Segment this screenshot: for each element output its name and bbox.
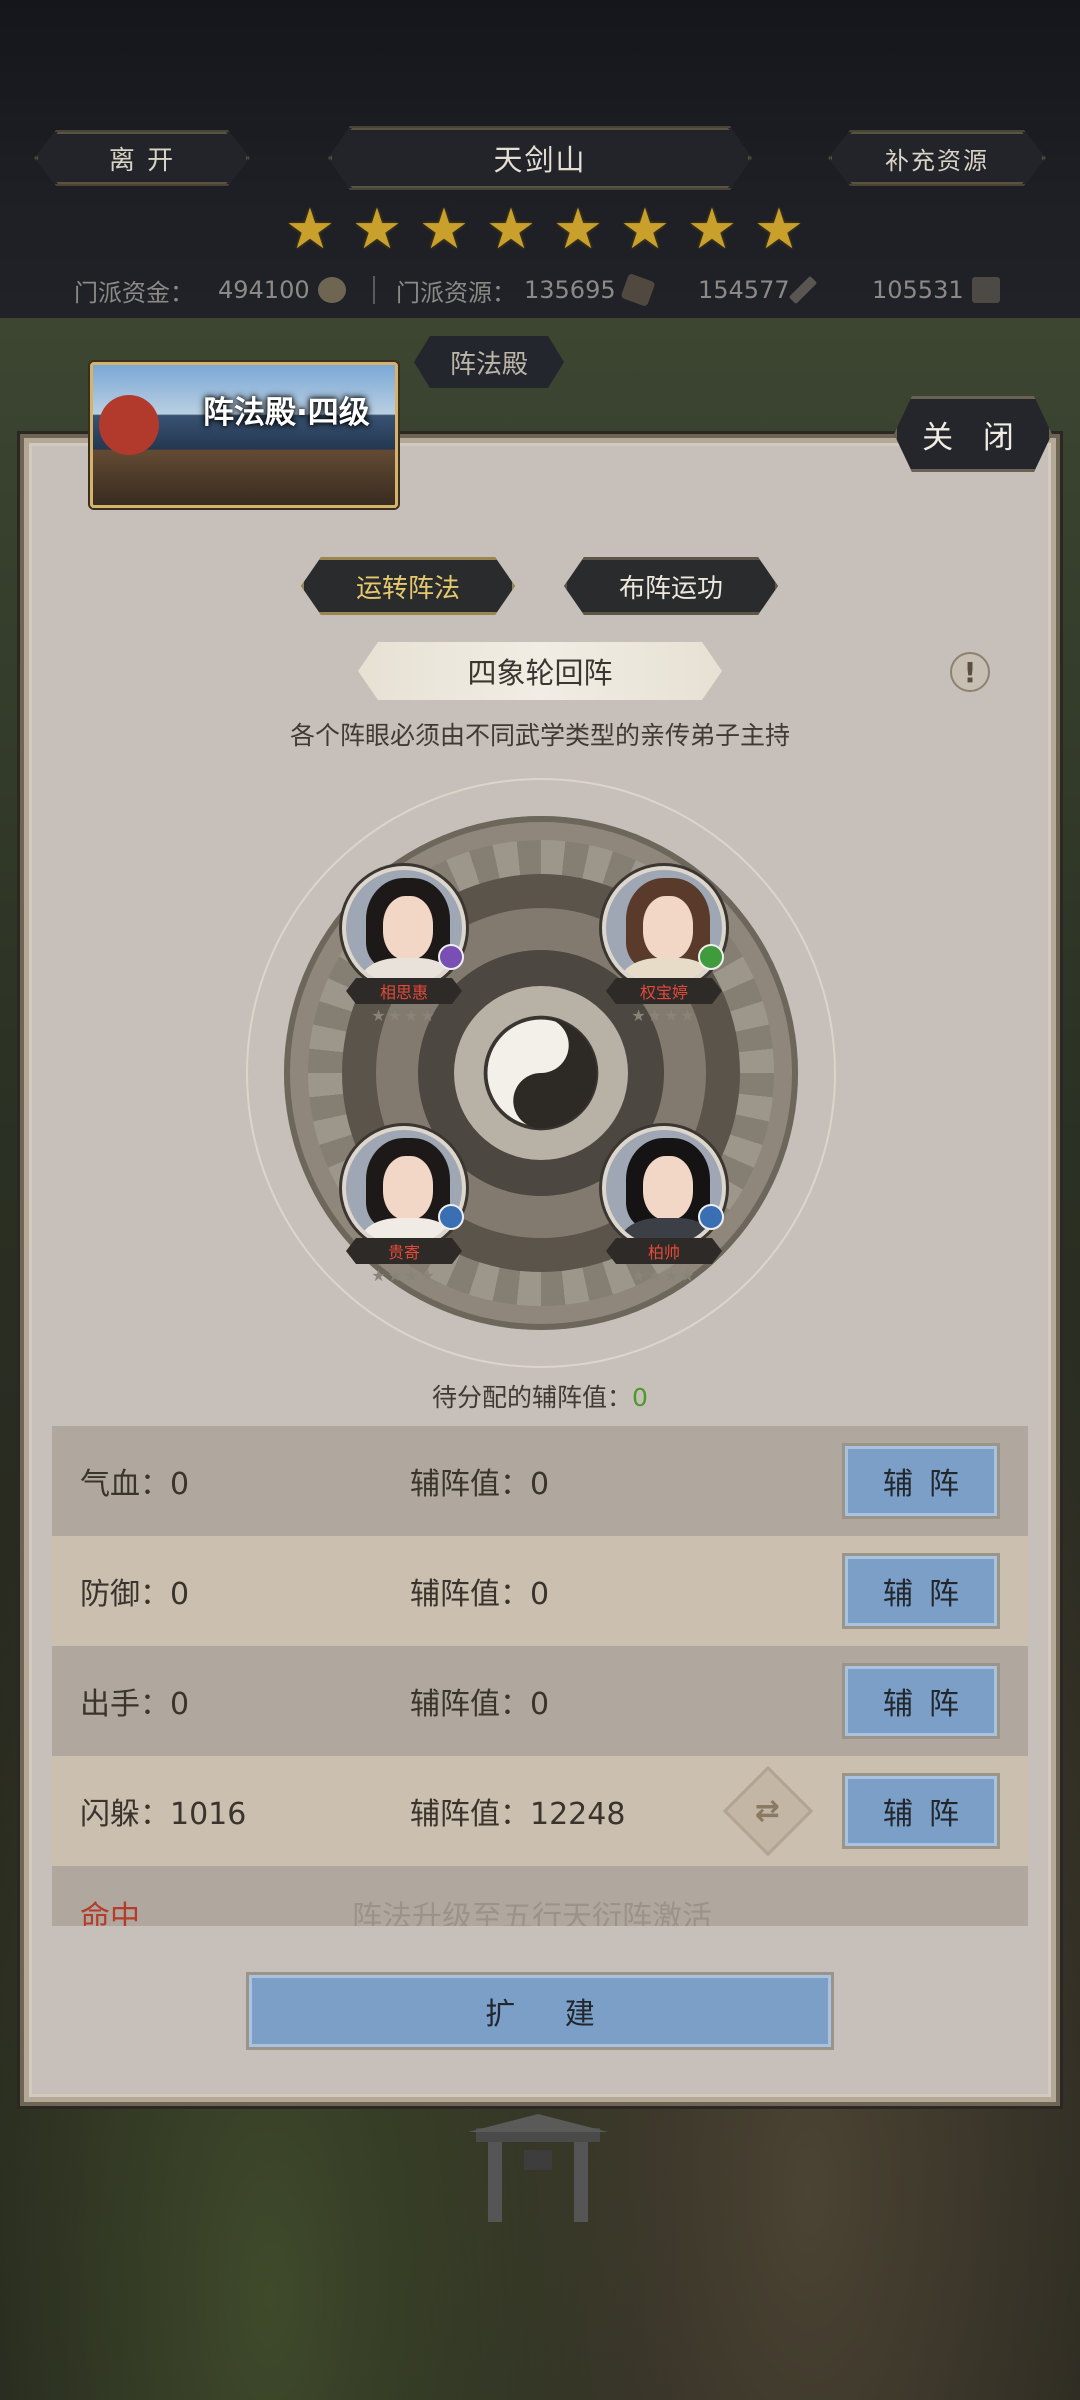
disciple-name: 柏帅 (606, 1238, 722, 1264)
tab-run-formation[interactable]: 运转阵法 (301, 557, 515, 615)
stat-label: 闪躲：1016 (80, 1797, 247, 1832)
stat-row-speed: 出手：0 辅阵值：0 辅阵 (52, 1646, 1028, 1756)
materials-value: 135695 (524, 276, 616, 304)
formation-seat[interactable]: 贵寄 ★★★★ (334, 1126, 470, 1286)
resource-3-value: 105531 (872, 276, 964, 304)
replenish-button[interactable]: 补充资源 (828, 130, 1046, 186)
star-icon: ★ (619, 197, 671, 262)
sect-funds: 门派资金： 494100 (74, 273, 346, 308)
hall-title-card: 阵法殿·四级 (90, 362, 398, 508)
info-icon[interactable]: ! (950, 652, 990, 692)
martial-type-icon (698, 944, 724, 970)
assist-button[interactable]: 辅阵 (842, 1663, 1000, 1739)
formation-seat[interactable]: 权宝婷 ★★★★ (594, 866, 730, 1026)
expand-button[interactable]: 扩 建 (246, 1972, 834, 2050)
stat-list[interactable]: 气血：0 辅阵值：0 辅阵 防御：0 辅阵值：0 辅阵 出手：0 辅阵值：0 辅… (52, 1426, 1028, 1926)
yin-yang-icon (483, 1015, 599, 1131)
coin-icon (317, 277, 346, 303)
formation-name-text: 四象轮回阵 (467, 656, 613, 690)
star-icon: ★ (485, 197, 537, 262)
hall-tab: 阵法殿 (414, 336, 564, 388)
formation-seat[interactable]: 柏帅 ★★★★ (594, 1126, 730, 1286)
star-icon: ★ (552, 197, 604, 262)
martial-type-icon (438, 944, 464, 970)
stat-label: 出手：0 (80, 1687, 190, 1722)
gate-icon (468, 2114, 608, 2222)
hall-tab-label: 阵法殿 (449, 349, 528, 380)
funds-value: 494100 (218, 276, 310, 304)
swap-icon[interactable]: ⇄ (722, 1765, 814, 1857)
stat-assist-value: 辅阵值：12248 (410, 1797, 626, 1832)
resource-bar: 门派资金： 494100 门派资源： 135695 154577 105531 (0, 270, 1080, 310)
crate-icon (971, 277, 1000, 303)
disciple-portrait (342, 1126, 466, 1250)
pending-value: 0 (632, 1383, 648, 1412)
hall-title-text: 阵法殿·四级 (203, 395, 370, 431)
stat-assist-value: 辅阵值：0 (410, 1467, 550, 1502)
stat-row-hp: 气血：0 辅阵值：0 辅阵 (52, 1426, 1028, 1536)
stat-row-hit-locked: 命中 阵法升级至五行天衍阵激活 (52, 1866, 1028, 1926)
star-icon: ★ (351, 197, 403, 262)
resource-2-value: 154577 (698, 276, 790, 304)
stat-row-dodge: 闪躲：1016 辅阵值：12248 ⇄ 辅阵 (52, 1756, 1028, 1866)
star-icon: ★ (753, 197, 805, 262)
tab-deploy-formation[interactable]: 布阵运功 (564, 557, 778, 615)
formation-hint: 各个阵眼必须由不同武学类型的亲传弟子主持 (289, 721, 790, 750)
martial-type-icon (438, 1204, 464, 1230)
stat-label: 气血：0 (80, 1467, 190, 1502)
disciple-stars: ★★★★ (371, 1266, 437, 1285)
assist-button[interactable]: 辅阵 (842, 1773, 1000, 1849)
tab-deploy-formation-label: 布阵运功 (618, 573, 723, 604)
expand-button-label: 扩 建 (485, 1997, 615, 2032)
star-icon: ★ (284, 197, 336, 262)
close-button-label: 关 闭 (922, 419, 1024, 456)
sect-materials: 门派资源： 135695 (396, 272, 656, 308)
stat-label: 命中 (80, 1900, 140, 1926)
top-bar: 离 开 天剑山 补充资源 ★ ★ ★ ★ ★ ★ ★ ★ 门派资金： 494100 门派资源：… (0, 0, 1080, 318)
formation-name: 四象轮回阵 (358, 642, 722, 700)
disciple-stars: ★★★★ (371, 1006, 437, 1025)
ore-icon (620, 272, 656, 308)
hall-image (99, 395, 159, 455)
formation-wheel: 相思惠 ★★★★ 权宝婷 ★★★★ 贵寄 ★★★★ 柏帅 ★★★★ (246, 778, 836, 1368)
disciple-name: 相思惠 (346, 978, 462, 1004)
materials-label: 门派资源： (396, 278, 516, 307)
disciple-stars: ★★★★ (631, 1006, 697, 1025)
martial-type-icon (698, 1204, 724, 1230)
resource-3: 105531 (872, 276, 1000, 304)
disciple-name: 贵寄 (346, 1238, 462, 1264)
tab-run-formation-label: 运转阵法 (355, 573, 460, 604)
assist-button[interactable]: 辅阵 (842, 1553, 1000, 1629)
stat-row-defense: 防御：0 辅阵值：0 辅阵 (52, 1536, 1028, 1646)
rank-stars: ★ ★ ★ ★ ★ ★ ★ ★ (284, 197, 805, 262)
leave-button[interactable]: 离 开 (34, 130, 250, 186)
stat-assist-value: 辅阵值：0 (410, 1577, 550, 1612)
assist-button[interactable]: 辅阵 (842, 1443, 1000, 1519)
disciple-stars: ★★★★ (631, 1266, 697, 1285)
disciple-name: 权宝婷 (606, 978, 722, 1004)
disciple-portrait (602, 1126, 726, 1250)
close-button[interactable]: 关 闭 (894, 396, 1052, 472)
disciple-portrait (602, 866, 726, 990)
star-icon: ★ (418, 197, 470, 262)
disciple-portrait (342, 866, 466, 990)
star-icon: ★ (686, 197, 738, 262)
stat-label: 防御：0 (80, 1577, 190, 1612)
stat-assist-value: 辅阵值：0 (410, 1687, 550, 1722)
resource-2: 154577 (698, 275, 817, 305)
pending-label: 待分配的辅阵值： (432, 1383, 633, 1412)
resource-divider (373, 276, 375, 304)
location-title: 天剑山 (328, 126, 752, 190)
funds-label: 门派资金： (74, 278, 194, 307)
locked-hint: 阵法升级至五行天衍阵激活 (352, 1900, 712, 1926)
formation-seat[interactable]: 相思惠 ★★★★ (334, 866, 470, 1026)
pending-assist-value: 待分配的辅阵值：0 (0, 1378, 1080, 1414)
sword-icon (788, 275, 817, 305)
